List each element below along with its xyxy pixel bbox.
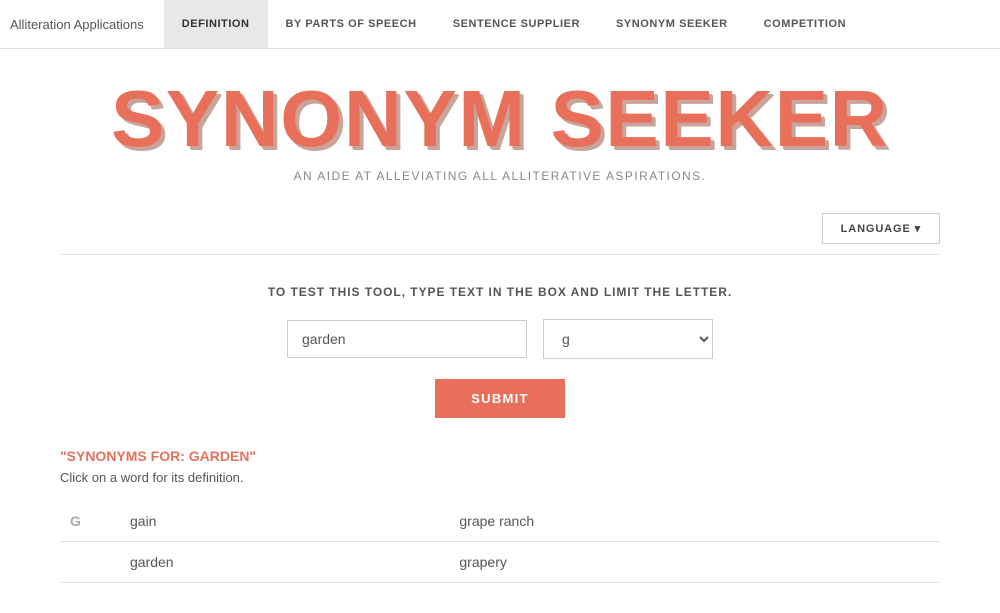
navbar: Alliteration Applications Definition By … — [0, 0, 1000, 49]
synonym-word[interactable]: grapery — [449, 542, 940, 583]
main-content: TO TEST THIS TOOL, TYPE TEXT IN THE BOX … — [0, 255, 1000, 613]
nav-tabs: Definition By Parts of Speech Sentence S… — [164, 0, 864, 48]
synonym-word[interactable]: garden — [120, 542, 449, 583]
results-section: "SYNONYMS FOR: GARDEN" Click on a word f… — [60, 448, 940, 583]
input-row: abcdefghijklmnopqrstuvwxyz — [60, 319, 940, 359]
text-input[interactable] — [287, 320, 527, 358]
submit-row: SUBMIT — [60, 379, 940, 418]
synonym-table: G gain grape ranch garden grapery — [60, 501, 940, 583]
table-row: garden grapery — [60, 542, 940, 583]
submit-button[interactable]: SUBMIT — [435, 379, 565, 418]
synonym-word[interactable]: gain — [120, 501, 449, 542]
tab-definition[interactable]: Definition — [164, 0, 268, 48]
hero-subtitle: AN AIDE AT ALLEVIATING ALL ALLITERATIVE … — [20, 169, 980, 183]
letter-select[interactable]: abcdefghijklmnopqrstuvwxyz — [543, 319, 713, 359]
language-button[interactable]: LANGUAGE ▾ — [822, 213, 940, 244]
results-subtitle: Click on a word for its definition. — [60, 470, 940, 485]
tab-by-parts-of-speech[interactable]: By Parts of Speech — [268, 0, 435, 48]
language-row: LANGUAGE ▾ — [0, 213, 1000, 244]
nav-brand: Alliteration Applications — [10, 17, 144, 32]
instruction-text: TO TEST THIS TOOL, TYPE TEXT IN THE BOX … — [60, 285, 940, 299]
letter-cell: G — [60, 501, 120, 542]
synonym-word[interactable]: grape ranch — [449, 501, 940, 542]
tab-competition[interactable]: Competition — [746, 0, 864, 48]
tab-synonym-seeker[interactable]: Synonym Seeker — [598, 0, 746, 48]
hero-section: SYNONYM SEEKER AN AIDE AT ALLEVIATING AL… — [0, 49, 1000, 213]
tab-sentence-supplier[interactable]: Sentence Supplier — [435, 0, 598, 48]
results-title: "SYNONYMS FOR: GARDEN" — [60, 448, 940, 464]
hero-title: SYNONYM SEEKER — [20, 79, 980, 159]
letter-cell — [60, 542, 120, 583]
table-row: G gain grape ranch — [60, 501, 940, 542]
